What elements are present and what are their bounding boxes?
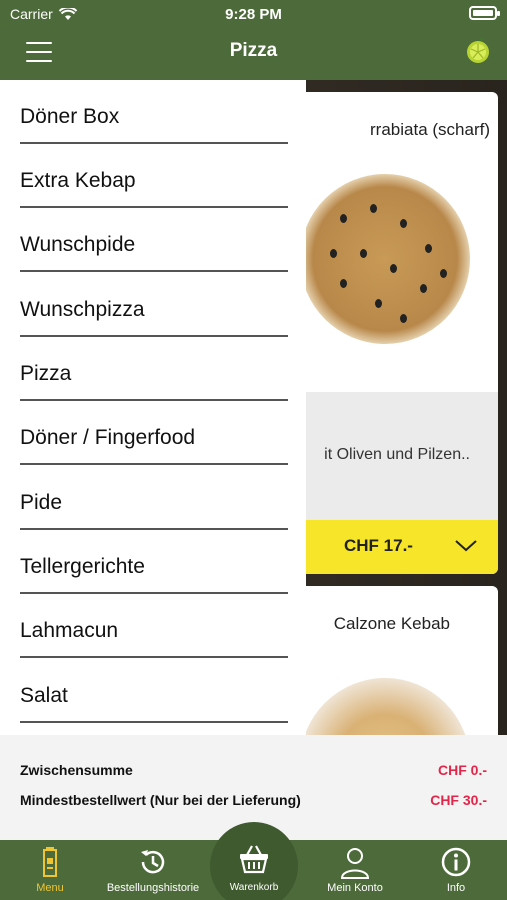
tab-history[interactable]: Bestellungshistorie <box>100 840 206 900</box>
subtotal-label: Zwischensumme <box>20 762 133 778</box>
tab-cart-label: Warenkorb <box>229 882 279 893</box>
menu-item-wunschpizza[interactable]: Wunschpizza <box>20 273 288 337</box>
menu-item-label: Döner / Fingerfood <box>20 426 196 449</box>
menu-item-tellergerichte[interactable]: Tellergerichte <box>20 530 288 594</box>
chevron-down-icon <box>455 540 477 552</box>
menu-item-label: Tellergerichte <box>20 555 145 578</box>
tab-menu-label: Menu <box>36 882 64 894</box>
tab-menu[interactable]: Menu <box>10 840 90 900</box>
page-title: Pizza <box>229 40 278 61</box>
menu-item-label: Pide <box>20 491 63 514</box>
menu-item-label: Pizza <box>20 362 72 385</box>
subtotal-value: CHF 0.- <box>438 762 487 778</box>
tab-account-label: Mein Konto <box>327 882 383 894</box>
product-description: it Oliven und Pilzen.. <box>324 446 470 463</box>
tab-account[interactable]: Mein Konto <box>310 840 400 900</box>
min-order-row: Mindestbestellwert (Nur bei der Lieferun… <box>20 792 487 808</box>
menu-item-wunschpide[interactable]: Wunschpide <box>20 208 288 272</box>
menu-item-salat[interactable]: Salat <box>20 659 288 723</box>
user-icon <box>340 848 370 879</box>
min-order-label: Mindestbestellwert (Nur bei der Lieferun… <box>20 792 301 808</box>
history-icon <box>141 850 165 874</box>
status-bar: Carrier 9:28 PM <box>0 0 507 30</box>
menu-item-label: Salat <box>20 684 68 707</box>
menu-item-label: Extra Kebap <box>20 169 136 192</box>
menu-item-label: Wunschpizza <box>20 298 145 321</box>
calzone-image <box>300 678 470 735</box>
status-time: 9:28 PM <box>225 6 282 23</box>
min-order-value: CHF 30.- <box>430 792 487 808</box>
menu-item-label: Wunschpide <box>20 233 136 256</box>
pizza-image <box>300 174 470 344</box>
menu-item-label: Döner Box <box>20 105 120 128</box>
tab-info-label: Info <box>446 882 466 894</box>
basket-icon <box>240 845 268 874</box>
menu-item-doener-box[interactable]: Döner Box <box>20 80 288 144</box>
menu-item-doener-fingerfood[interactable]: Döner / Fingerfood <box>20 401 288 465</box>
battery-icon <box>469 6 500 20</box>
top-bar: Carrier 9:28 PM Pizza <box>0 0 507 80</box>
tab-cart[interactable]: Warenkorb <box>210 822 298 900</box>
menu-card-icon <box>43 847 57 877</box>
info-icon <box>441 847 471 877</box>
side-menu: Döner Box Extra Kebap Wunschpide Wunschp… <box>0 80 306 735</box>
product-price: CHF 17.- <box>344 536 413 555</box>
tab-info[interactable]: Info <box>416 840 496 900</box>
menu-item-lahmacun[interactable]: Lahmacun <box>20 594 288 658</box>
menu-item-pizza[interactable]: Pizza <box>20 337 288 401</box>
tab-history-label: Bestellungshistorie <box>106 882 200 894</box>
menu-item-extra-kebap[interactable]: Extra Kebap <box>20 144 288 208</box>
menu-item-label: Lahmacun <box>20 619 119 642</box>
lime-logo-icon <box>467 38 489 63</box>
subtotal-row: Zwischensumme CHF 0.- <box>20 762 487 778</box>
menu-item-pide[interactable]: Pide <box>20 466 288 530</box>
